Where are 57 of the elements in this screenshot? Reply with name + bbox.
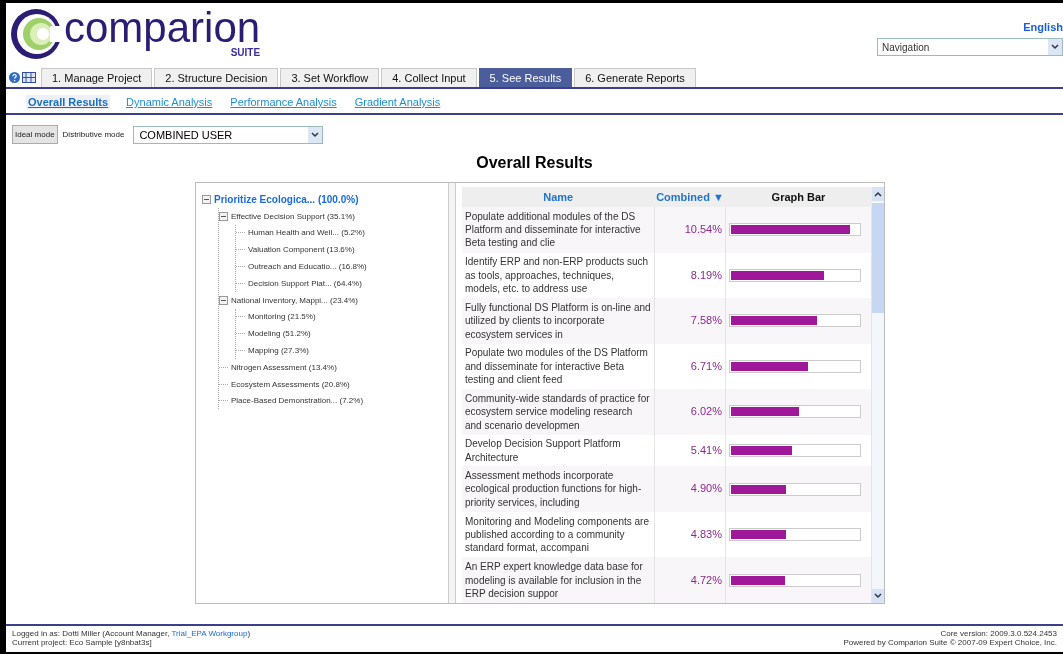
subtab-link[interactable]: Dynamic Analysis [124, 95, 215, 109]
tree-item[interactable]: Modeling (51.2%) [248, 329, 311, 339]
tab[interactable]: 6. Generate Reports [574, 68, 696, 87]
tree-item[interactable]: Prioritize Ecologica... (100.0%) [214, 193, 359, 205]
tab[interactable]: 5. See Results [478, 68, 573, 87]
chevron-up-icon[interactable] [874, 191, 882, 197]
tree-item[interactable]: Nitrogen Assessment (13.4%) [231, 362, 337, 372]
tab[interactable]: 1. Manage Project [41, 68, 153, 87]
tree-item[interactable]: National Inventory, Mappi... (23.4%) [231, 295, 359, 305]
column-header[interactable]: Name [462, 187, 655, 207]
tree-item[interactable]: Mapping (27.3%) [248, 346, 309, 356]
table-cell: 10.54% [654, 207, 726, 253]
login-info: Logged in as: Dotti Miller (Account Manager, Trial_EPA Workgroup) [12, 629, 251, 638]
table-cell: Fully functional DS Platform is on-line and utilized by clients to incorporate ecosystem services in [462, 298, 655, 344]
tree-item[interactable]: Ecosystem Assessments (20.8%) [231, 379, 350, 389]
chevron-down-icon[interactable] [1051, 44, 1059, 50]
current-project: Current project: Eco Sample [y8nbat3s] [12, 638, 153, 647]
subtab-link[interactable]: Performance Analysis [228, 95, 339, 109]
table-cell: 4.72% [654, 557, 726, 603]
table-cell: An ERP expert knowledge data base for modeling is available for inclusion in the ERP decision suppor [462, 557, 655, 603]
tree-item[interactable]: Monitoring (21.5%) [248, 312, 316, 322]
logo-icon [10, 8, 62, 60]
collapse-icon[interactable] [219, 295, 228, 305]
user-dropdown[interactable]: COMBINED USER [133, 125, 324, 144]
table-cell: Assessment methods incorporate ecological production functions for high-priority services, including [462, 466, 655, 512]
tree-item[interactable]: Valuation Component (13.6%) [248, 245, 355, 255]
navigation-dropdown[interactable]: Navigation [877, 38, 1063, 56]
tree-item[interactable]: Outreach and Educatio... (16.8%) [248, 262, 367, 272]
tab[interactable]: 3. Set Workflow [280, 68, 380, 87]
copyright-text: Powered by Comparion Suite © 2007-09 Expert Choice, Inc. [843, 638, 1057, 647]
table-cell: 4.90% [654, 466, 726, 512]
tree-item[interactable]: Effective Decision Support (35.1%) [231, 211, 355, 221]
tab[interactable]: 4. Collect Input [381, 68, 477, 87]
column-header[interactable]: Combined ▼ [654, 187, 726, 207]
scrollbar[interactable] [872, 187, 884, 603]
subtab-link[interactable]: Overall Results [26, 95, 111, 109]
page-title: Overall Results [475, 154, 594, 172]
collapse-icon[interactable] [219, 211, 228, 221]
chevron-down-icon[interactable] [874, 593, 882, 599]
subtab-link[interactable]: Gradient Analysis [352, 95, 443, 109]
language-link[interactable]: English [1023, 21, 1063, 33]
table-cell: 6.02% [654, 389, 726, 435]
mode-label: Distributive mode [61, 129, 126, 141]
grid-icon[interactable] [22, 72, 36, 83]
tab[interactable]: 2. Structure Decision [154, 68, 279, 87]
help-icon[interactable] [9, 72, 20, 83]
chevron-down-icon[interactable] [311, 131, 320, 138]
mode-button[interactable]: Ideal mode [12, 125, 58, 144]
table-cell: Community-wide standards of practice for ecosystem service modeling research and scenario developmen [462, 389, 655, 435]
version-text: Core version: 2009.3.0.524.2453 [940, 629, 1057, 638]
table-cell: 7.58% [654, 298, 726, 344]
tree-item[interactable]: Place-Based Demonstration... (7.2%) [231, 396, 364, 406]
column-header: Graph Bar [725, 187, 872, 207]
collapse-icon[interactable] [202, 194, 211, 204]
tree-item[interactable]: Human Health and Well... (5.2%) [248, 228, 365, 238]
tree-item[interactable]: Decision Support Plat... (64.4%) [248, 278, 362, 288]
table-cell: Populate additional modules of the DS Platform and disseminate for interactive Beta testing and clie [462, 207, 655, 253]
